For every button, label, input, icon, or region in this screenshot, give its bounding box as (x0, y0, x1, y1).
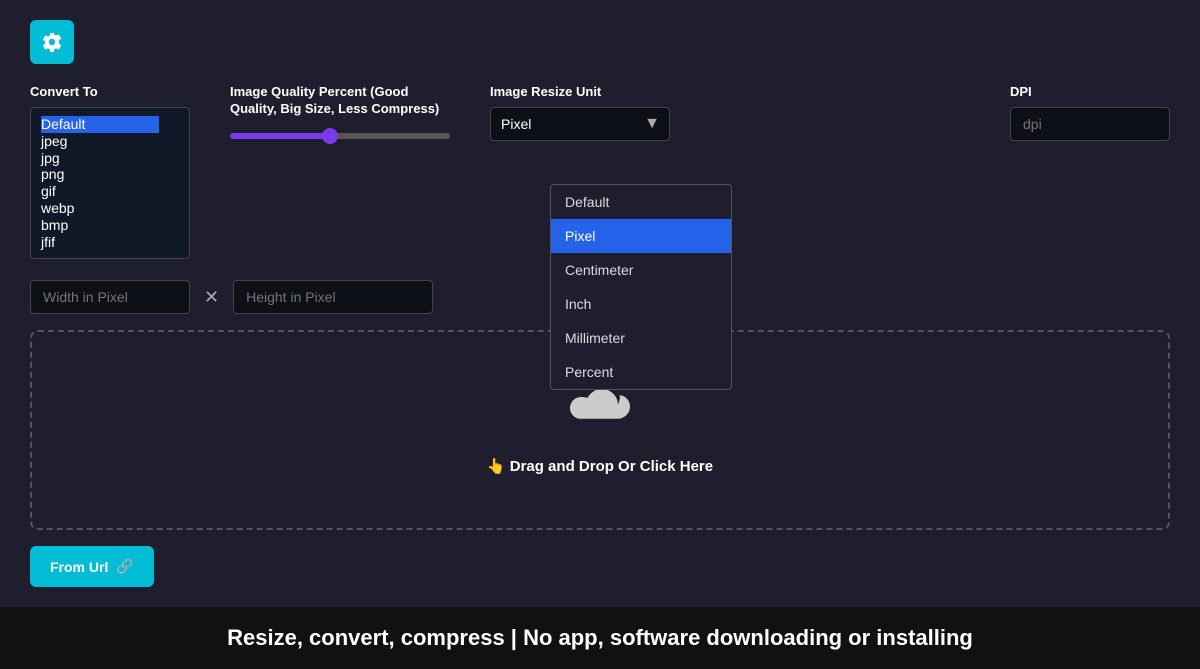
option-jfif: jfif (41, 234, 159, 251)
option-default: Default (41, 116, 159, 133)
option-jpg: jpg (41, 150, 159, 167)
option-png: png (41, 166, 159, 183)
dpi-label: DPI (1010, 84, 1170, 99)
controls-wrapper: Convert To Default jpeg jpg png gif webp… (30, 84, 1170, 260)
option-bmp: bmp (41, 217, 159, 234)
convert-to-group: Convert To Default jpeg jpg png gif webp… (30, 84, 190, 260)
from-url-label: From Url (50, 559, 108, 575)
unit-option-default[interactable]: Default (551, 185, 731, 219)
unit-option-pixel[interactable]: Pixel (551, 219, 731, 253)
footer-bar: Resize, convert, compress | No app, soft… (0, 607, 1200, 669)
gear-icon (41, 31, 63, 53)
convert-to-label: Convert To (30, 84, 190, 99)
option-jpeg: jpeg (41, 133, 159, 150)
main-area: Convert To Default jpeg jpg png gif webp… (0, 0, 1200, 607)
gear-button[interactable] (30, 20, 74, 64)
upload-cloud-icon (570, 385, 630, 447)
link-icon: 🔗 (116, 558, 133, 575)
footer-text: Resize, convert, compress | No app, soft… (227, 625, 973, 651)
resize-unit-select[interactable]: Pixel Centimeter Inch Millimeter Percent (490, 107, 670, 141)
dpi-group: DPI (1010, 84, 1170, 141)
close-height-button[interactable]: ✕ (200, 283, 223, 312)
option-webp: webp (41, 200, 159, 217)
unit-option-centimeter[interactable]: Centimeter (551, 253, 731, 287)
convert-to-select-wrapper: Default jpeg jpg png gif webp bmp jfif (30, 107, 190, 260)
from-url-button[interactable]: From Url 🔗 (30, 546, 154, 587)
resize-unit-group: Image Resize Unit Pixel Centimeter Inch … (490, 84, 670, 141)
width-input[interactable] (30, 280, 190, 314)
upload-text: 👆 Drag and Drop Or Click Here (487, 457, 713, 475)
unit-option-percent[interactable]: Percent (551, 355, 731, 389)
dpi-input[interactable] (1010, 107, 1170, 141)
quality-group: Image Quality Percent (Good Quality, Big… (230, 84, 450, 144)
cloud-upload-svg (570, 385, 630, 435)
unit-option-millimeter[interactable]: Millimeter (551, 321, 731, 355)
option-gif: gif (41, 183, 159, 200)
unit-dropdown: Default Pixel Centimeter Inch Millimeter… (550, 184, 732, 390)
quality-label: Image Quality Percent (Good Quality, Big… (230, 84, 450, 118)
slider-container (230, 126, 450, 144)
height-input[interactable] (233, 280, 433, 314)
convert-to-select[interactable]: Default jpeg jpg png gif webp bmp jfif (30, 107, 190, 259)
quality-slider[interactable] (230, 133, 450, 139)
unit-option-inch[interactable]: Inch (551, 287, 731, 321)
resize-unit-select-wrapper: Pixel Centimeter Inch Millimeter Percent… (490, 107, 670, 141)
resize-unit-label: Image Resize Unit (490, 84, 670, 99)
